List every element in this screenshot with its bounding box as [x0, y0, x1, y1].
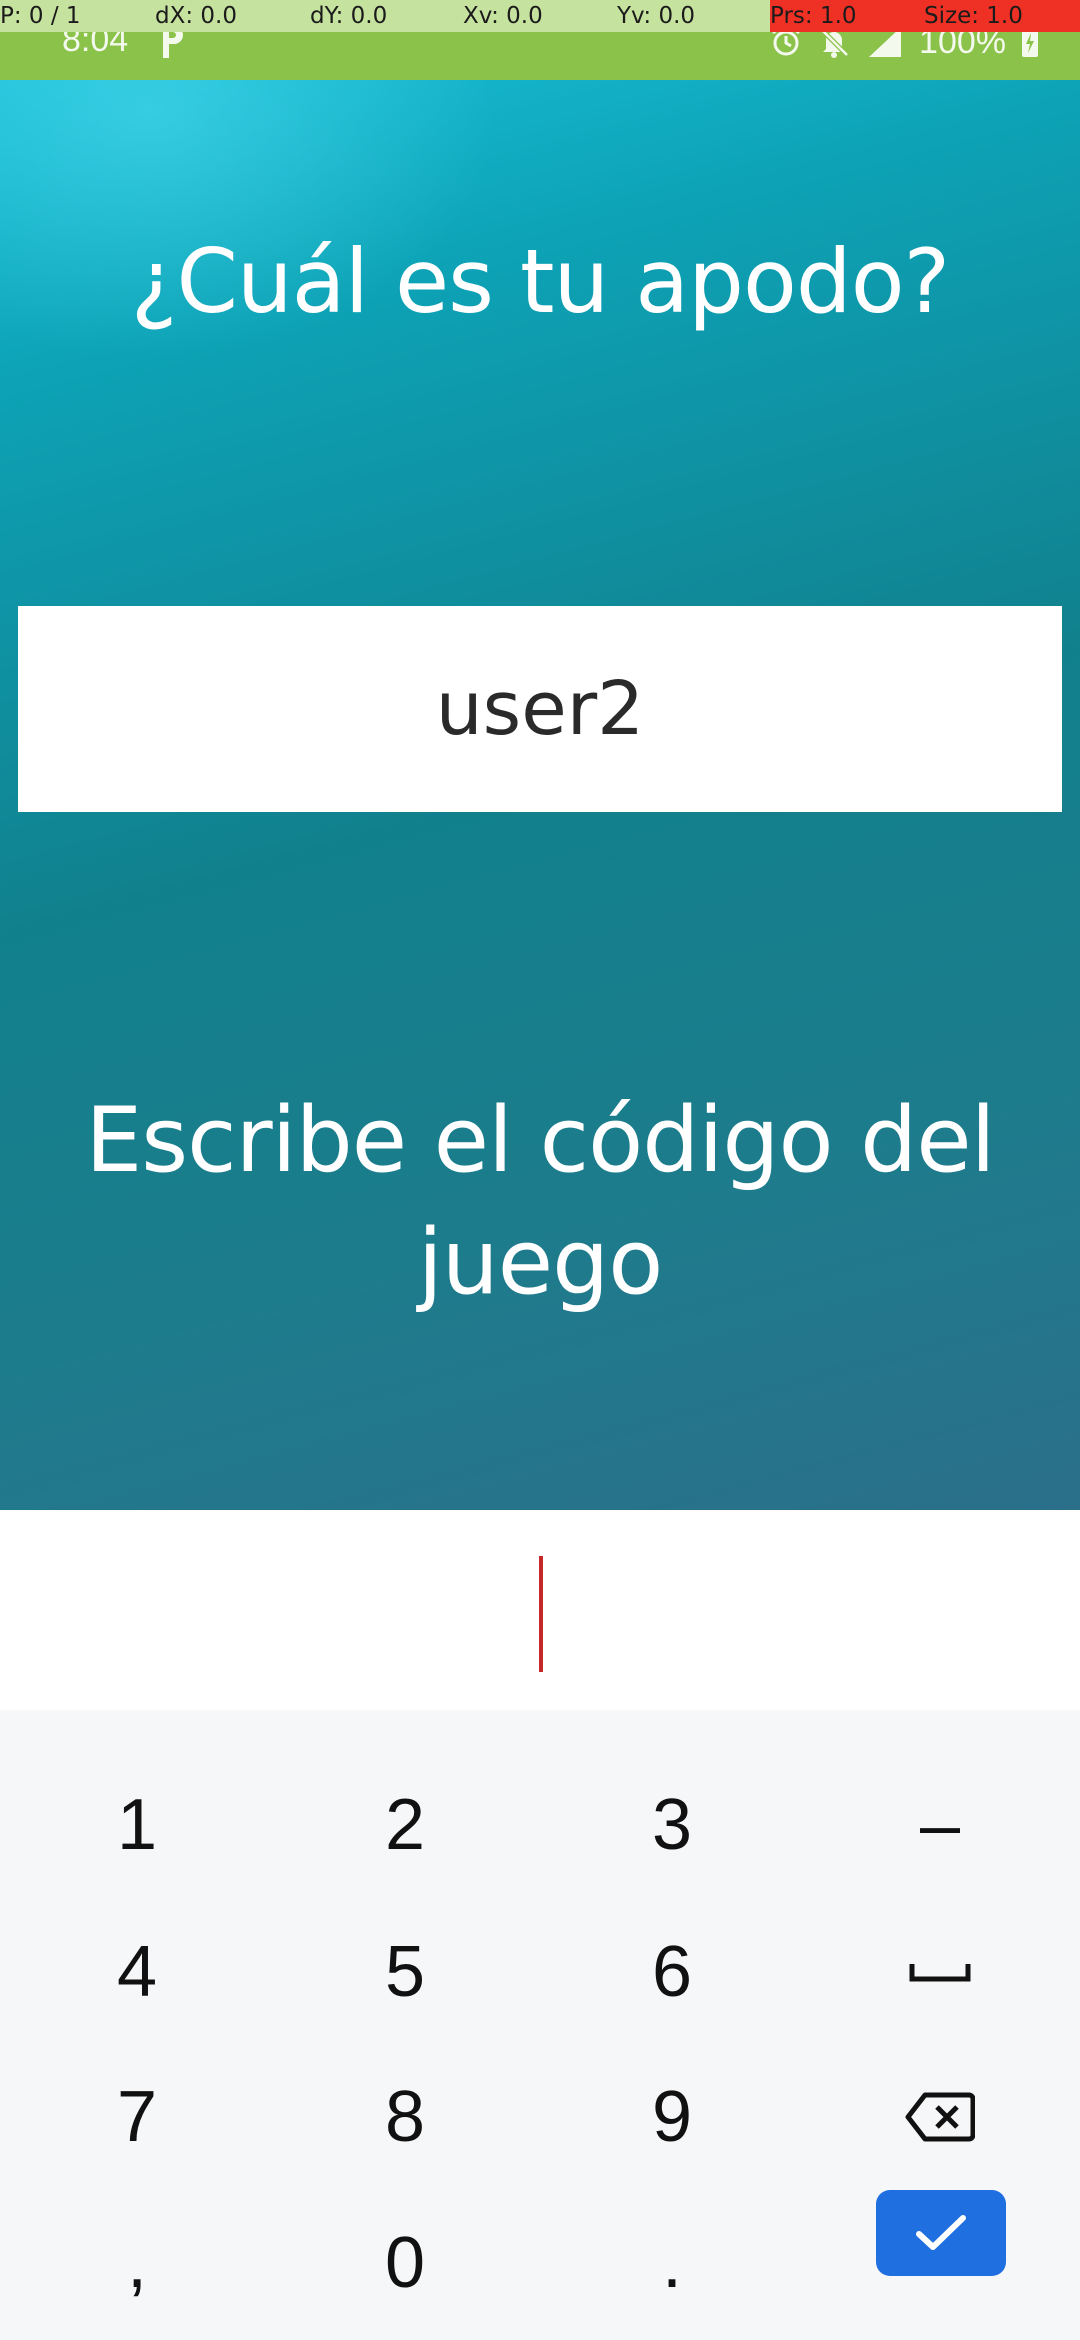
- nickname-input[interactable]: [18, 606, 1062, 812]
- key-6-label: 6: [651, 1932, 693, 2012]
- velocity-x: Xv: 0.0: [463, 3, 543, 29]
- pointer-count: P: 0 / 1: [0, 3, 81, 29]
- pointer-location-overlay: P: 0 / 1 dX: 0.0 dY: 0.0 Xv: 0.0 Yv: 0.0…: [0, 0, 1080, 32]
- key-0-label: 0: [384, 2223, 426, 2303]
- key-8[interactable]: 8: [305, 2057, 505, 2177]
- key-4-label: 4: [116, 1932, 158, 2012]
- touch-size: Size: 1.0: [924, 0, 1080, 32]
- key-0[interactable]: 0: [305, 2203, 505, 2323]
- key-comma[interactable]: ,: [37, 2203, 237, 2323]
- check-icon: [916, 2215, 966, 2250]
- key-3[interactable]: 3: [572, 1765, 772, 1885]
- key-8-label: 8: [384, 2077, 426, 2157]
- status-bar: 8:04 100%: [0, 21, 1080, 80]
- game-code-input[interactable]: [0, 1510, 1080, 1710]
- confirm-button[interactable]: [876, 2190, 1006, 2276]
- key-9-label: 9: [651, 2077, 693, 2157]
- velocity-y: Yv: 0.0: [617, 3, 696, 29]
- join-game-screen: ¿Cuál es tu apodo? Escribe el código del…: [0, 80, 1080, 1510]
- text-caret: [539, 1556, 543, 1672]
- delta-y: dY: 0.0: [310, 3, 388, 29]
- key-2-label: 2: [384, 1785, 426, 1865]
- space-icon: [909, 1964, 971, 1982]
- key-6[interactable]: 6: [572, 1912, 772, 2032]
- game-code-prompt: Escribe el código del juego: [85, 1088, 995, 1315]
- nickname-question: ¿Cuál es tu apodo?: [130, 230, 951, 333]
- key-3-label: 3: [651, 1785, 693, 1865]
- key-4[interactable]: 4: [37, 1912, 237, 2032]
- key-1[interactable]: 1: [37, 1765, 237, 1885]
- key-7[interactable]: 7: [37, 2057, 237, 2177]
- key-space[interactable]: [840, 1912, 1040, 2032]
- key-7-label: 7: [116, 2077, 158, 2157]
- backspace-icon: [905, 2092, 975, 2142]
- key-1-label: 1: [116, 1785, 158, 1865]
- status-time: 8:04: [62, 21, 129, 59]
- key-5[interactable]: 5: [305, 1912, 505, 2032]
- key-dash-label: –: [919, 1785, 961, 1865]
- key-period[interactable]: .: [572, 2203, 772, 2323]
- key-comma-label: ,: [126, 2223, 147, 2303]
- key-2[interactable]: 2: [305, 1765, 505, 1885]
- key-period-label: .: [661, 2223, 682, 2303]
- key-backspace[interactable]: [840, 2057, 1040, 2177]
- key-dash[interactable]: –: [840, 1765, 1040, 1885]
- key-5-label: 5: [384, 1932, 426, 2012]
- delta-x: dX: 0.0: [155, 3, 237, 29]
- key-9[interactable]: 9: [572, 2057, 772, 2177]
- pressure: Prs: 1.0: [770, 0, 924, 32]
